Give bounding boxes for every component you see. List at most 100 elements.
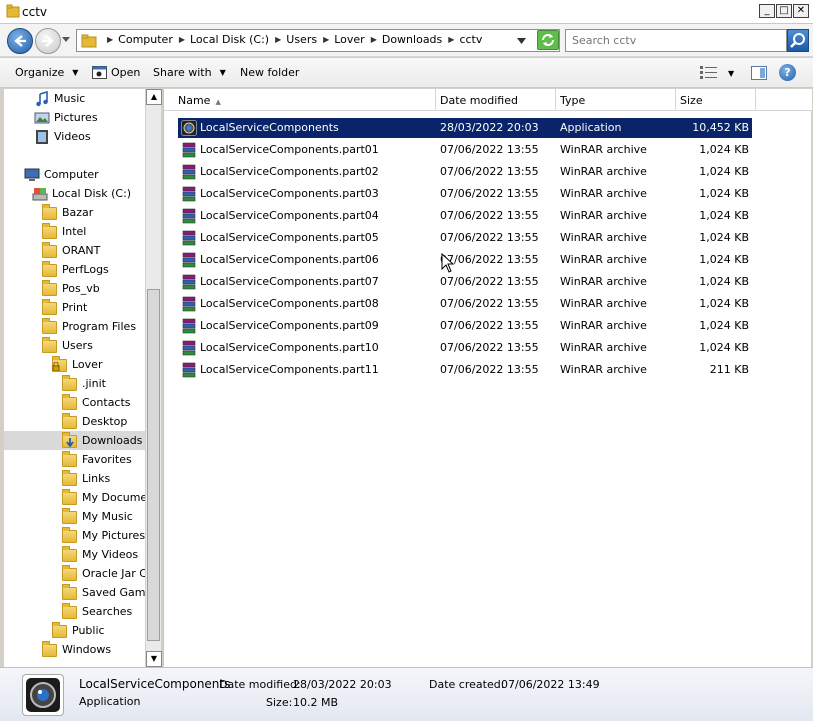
file-name: LocalServiceComponents <box>200 121 339 134</box>
open-button[interactable]: Open <box>92 66 140 79</box>
crumb-lover[interactable]: Lover <box>334 33 364 46</box>
column-size[interactable]: Size <box>676 89 756 111</box>
back-button[interactable] <box>7 28 33 54</box>
application-icon <box>22 674 64 716</box>
chevron-right-icon[interactable]: ▶ <box>448 35 454 44</box>
file-row[interactable]: LocalServiceComponents.part06 07/06/2022… <box>178 250 752 270</box>
open-icon <box>92 66 107 79</box>
nav-item-jinit[interactable]: .jinit <box>62 374 145 393</box>
minimize-button[interactable]: _ <box>759 4 775 18</box>
close-button[interactable]: ✕ <box>793 4 809 18</box>
nav-item-downloads[interactable]: Downloads <box>4 431 145 450</box>
nav-item-program-files[interactable]: Program Files <box>42 317 145 336</box>
computer-icon <box>24 167 40 183</box>
nav-item-pos-vb[interactable]: Pos_vb <box>42 279 145 298</box>
nav-label: My Music <box>82 510 133 523</box>
nav-item-intel[interactable]: Intel <box>42 222 145 241</box>
file-row[interactable]: LocalServiceComponents.part03 07/06/2022… <box>178 184 752 204</box>
file-row[interactable]: LocalServiceComponents.part04 07/06/2022… <box>178 206 752 226</box>
file-type: WinRAR archive <box>560 319 647 332</box>
scroll-down-icon[interactable]: ▼ <box>146 651 162 667</box>
nav-item-videos[interactable]: Videos <box>34 127 145 146</box>
file-row[interactable]: LocalServiceComponents.part10 07/06/2022… <box>178 338 752 358</box>
nav-item-my-pictures[interactable]: My Pictures <box>62 526 145 545</box>
nav-label: Favorites <box>82 453 132 466</box>
nav-item-my-documents[interactable]: My Documen <box>62 488 145 507</box>
file-row[interactable]: LocalServiceComponents.part08 07/06/2022… <box>178 294 752 314</box>
column-size-label: Size <box>680 94 703 107</box>
file-row[interactable]: LocalServiceComponents.part09 07/06/2022… <box>178 316 752 336</box>
file-name: LocalServiceComponents.part05 <box>200 231 379 244</box>
recent-pages-dropdown-icon[interactable] <box>62 37 70 42</box>
file-row[interactable]: LocalServiceComponents 28/03/2022 20:03 … <box>178 118 752 138</box>
scroll-thumb[interactable] <box>147 289 160 641</box>
desktop-icon <box>62 412 78 430</box>
nav-item-links[interactable]: Links <box>62 469 145 488</box>
view-options-dropdown-icon[interactable]: ▼ <box>728 69 734 78</box>
column-type[interactable]: Type <box>556 89 676 111</box>
file-list[interactable]: Name ▲ Date modified Type Size LocalServi… <box>163 89 812 667</box>
nav-item-users[interactable]: Users <box>42 336 145 355</box>
nav-item-my-music[interactable]: My Music <box>62 507 145 526</box>
nav-label: ORANT <box>62 244 101 257</box>
file-row[interactable]: LocalServiceComponents.part01 07/06/2022… <box>178 140 752 160</box>
chevron-right-icon[interactable]: ▶ <box>107 35 113 44</box>
share-with-button[interactable]: Share with ▼ <box>153 66 226 79</box>
help-icon[interactable]: ? <box>779 64 796 81</box>
file-name: LocalServiceComponents.part04 <box>200 209 379 222</box>
maximize-button[interactable]: □ <box>776 4 792 18</box>
search-button[interactable] <box>787 29 809 52</box>
nav-item-public[interactable]: Public <box>52 621 145 640</box>
forward-button[interactable] <box>35 28 61 54</box>
nav-item-saved-games[interactable]: Saved Game <box>62 583 145 602</box>
nav-item-favorites[interactable]: Favorites <box>62 450 145 469</box>
nav-item-searches[interactable]: Searches <box>62 602 145 621</box>
nav-item-music[interactable]: Music <box>34 89 145 108</box>
nav-item-perflogs[interactable]: PerfLogs <box>42 260 145 279</box>
organize-button[interactable]: Organize ▼ <box>15 66 78 79</box>
refresh-button[interactable] <box>537 30 559 50</box>
nav-item-desktop[interactable]: Desktop <box>62 412 145 431</box>
column-date-modified[interactable]: Date modified <box>436 89 556 111</box>
nav-item-oracle-jar[interactable]: Oracle Jar C <box>62 564 145 583</box>
nav-item-my-videos[interactable]: My Videos <box>62 545 145 564</box>
nav-item-local-disk[interactable]: Local Disk (C:) <box>32 184 145 203</box>
change-view-icon[interactable] <box>700 66 717 79</box>
chevron-right-icon[interactable]: ▶ <box>323 35 329 44</box>
preview-pane-icon[interactable] <box>751 66 767 80</box>
nav-item-print[interactable]: Print <box>42 298 145 317</box>
nav-item-windows[interactable]: Windows <box>42 640 145 659</box>
file-row[interactable]: LocalServiceComponents.part07 07/06/2022… <box>178 272 752 292</box>
column-name-label: Name <box>178 94 211 107</box>
details-pane: LocalServiceComponents Application Date … <box>0 667 813 721</box>
file-type: WinRAR archive <box>560 363 647 376</box>
file-row[interactable]: LocalServiceComponents.part02 07/06/2022… <box>178 162 752 182</box>
file-row[interactable]: LocalServiceComponents.part05 07/06/2022… <box>178 228 752 248</box>
chevron-right-icon[interactable]: ▶ <box>179 35 185 44</box>
nav-item-orant[interactable]: ORANT <box>42 241 145 260</box>
nav-item-lover[interactable]: Lover <box>52 355 145 374</box>
nav-item-pictures[interactable]: Pictures <box>34 108 145 127</box>
navigation-pane[interactable]: Music Pictures Videos Computer Local Dis… <box>4 89 145 667</box>
address-bar[interactable]: ▶ Computer ▶ Local Disk (C:) ▶ Users ▶ L… <box>76 29 560 52</box>
nav-label: Saved Game <box>82 586 145 599</box>
crumb-users[interactable]: Users <box>286 33 317 46</box>
file-row[interactable]: LocalServiceComponents.part11 07/06/2022… <box>178 360 752 380</box>
search-input[interactable] <box>572 34 772 47</box>
column-name[interactable]: Name ▲ <box>174 89 436 111</box>
search-box[interactable] <box>565 29 787 52</box>
address-history-dropdown-icon[interactable] <box>517 38 526 44</box>
new-folder-button[interactable]: New folder <box>240 66 299 79</box>
chevron-right-icon[interactable]: ▶ <box>371 35 377 44</box>
crumb-computer[interactable]: Computer <box>118 33 173 46</box>
nav-item-contacts[interactable]: Contacts <box>62 393 145 412</box>
crumb-downloads[interactable]: Downloads <box>382 33 442 46</box>
nav-item-bazar[interactable]: Bazar <box>42 203 145 222</box>
chevron-right-icon[interactable]: ▶ <box>275 35 281 44</box>
nav-item-computer[interactable]: Computer <box>24 165 145 184</box>
scroll-up-icon[interactable]: ▲ <box>146 89 162 105</box>
file-size: 1,024 KB <box>699 341 749 354</box>
navigation-scrollbar[interactable]: ▲ ▼ <box>145 89 162 667</box>
crumb-cctv[interactable]: cctv <box>459 33 482 46</box>
crumb-local-disk[interactable]: Local Disk (C:) <box>190 33 269 46</box>
